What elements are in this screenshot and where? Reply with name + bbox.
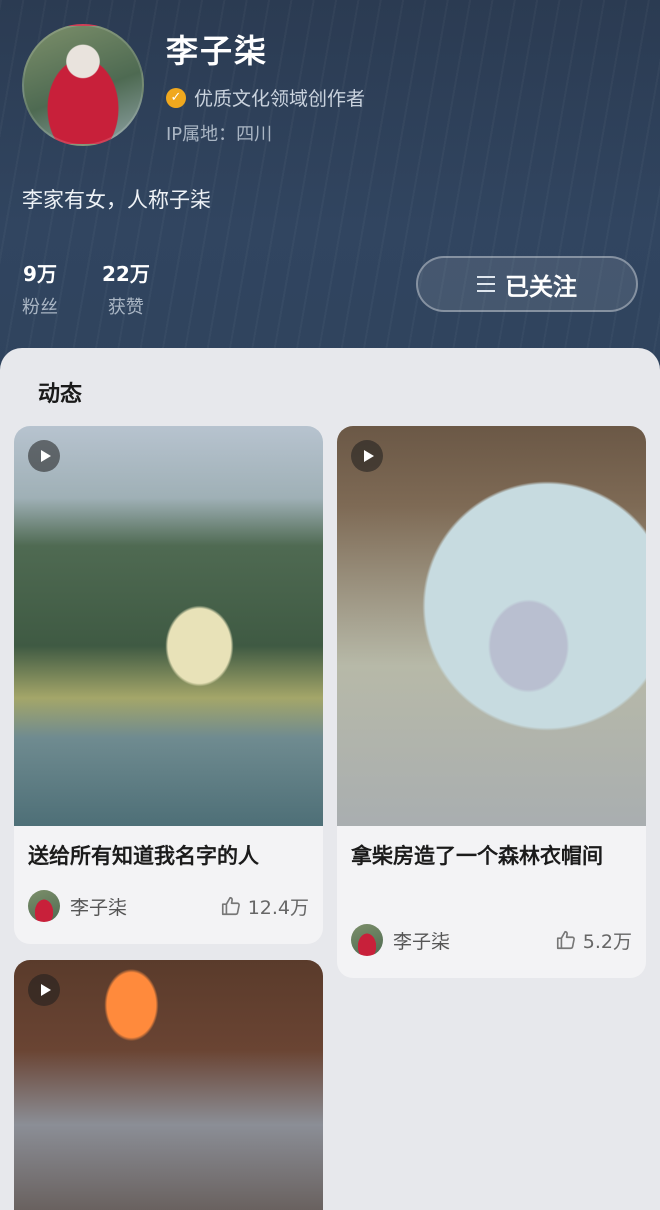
play-icon <box>28 974 60 1006</box>
ip-location: IP属地：四川 <box>166 124 273 145</box>
stat-followers[interactable]: 9万 粉丝 <box>22 258 58 319</box>
stat-likes[interactable]: 22万 获赞 <box>102 258 150 319</box>
profile-bio: 李家有女，人称子柒 <box>22 188 211 212</box>
stat-label: 获赞 <box>107 297 144 318</box>
profile-name: 李子柒 <box>166 32 269 70</box>
thumbs-up-icon <box>556 930 575 950</box>
like-count-value: 5.2万 <box>582 930 632 953</box>
card-title: 送给所有知道我名字的人 <box>28 844 259 868</box>
section-title: 动态 <box>38 382 83 407</box>
like-count[interactable]: 5.2万 <box>555 927 632 954</box>
like-count[interactable]: 12.4万 <box>220 893 309 920</box>
feed-card[interactable]: 送给所有知道我名字的人 李子柒 12.4万 <box>14 426 323 944</box>
stat-value: 22万 <box>102 262 150 286</box>
follow-button-label: 已关注 <box>505 272 577 301</box>
feed-card[interactable]: 拿柴房造了一个森林衣帽间 李子柒 5.2万 <box>337 426 646 978</box>
follow-button[interactable]: 已关注 <box>416 256 638 312</box>
video-thumbnail <box>14 426 323 826</box>
like-count-value: 12.4万 <box>247 896 309 919</box>
video-thumbnail <box>337 426 646 826</box>
verified-badge-icon: ✓ <box>166 87 186 108</box>
card-meta: 李子柒 12.4万 <box>28 890 309 922</box>
author-name: 李子柒 <box>393 930 451 953</box>
author-avatar <box>28 890 60 922</box>
thumbs-up-icon <box>221 896 240 916</box>
play-icon <box>28 440 60 472</box>
verified-label: 优质文化领域创作者 <box>194 88 366 110</box>
menu-icon <box>477 276 495 292</box>
play-icon <box>351 440 383 472</box>
video-thumbnail <box>14 960 323 1210</box>
profile-header: 李子柒 ✓ 优质文化领域创作者 IP属地：四川 李家有女，人称子柒 9万 粉丝 … <box>0 0 660 380</box>
card-title: 拿柴房造了一个森林衣帽间 <box>351 844 603 868</box>
card-meta: 李子柒 5.2万 <box>351 924 632 956</box>
author-avatar <box>351 924 383 956</box>
author-name: 李子柒 <box>70 896 128 919</box>
feed-panel: 动态 送给所有知道我名字的人 李子柒 12.4万 拿柴房造了一个森林衣帽间 李子… <box>0 348 660 1210</box>
profile-avatar[interactable] <box>22 24 144 146</box>
stat-label: 粉丝 <box>22 297 58 318</box>
feed-card[interactable] <box>14 960 323 1210</box>
verified-row: ✓ 优质文化领域创作者 <box>166 84 365 111</box>
stat-value: 9万 <box>23 262 57 286</box>
